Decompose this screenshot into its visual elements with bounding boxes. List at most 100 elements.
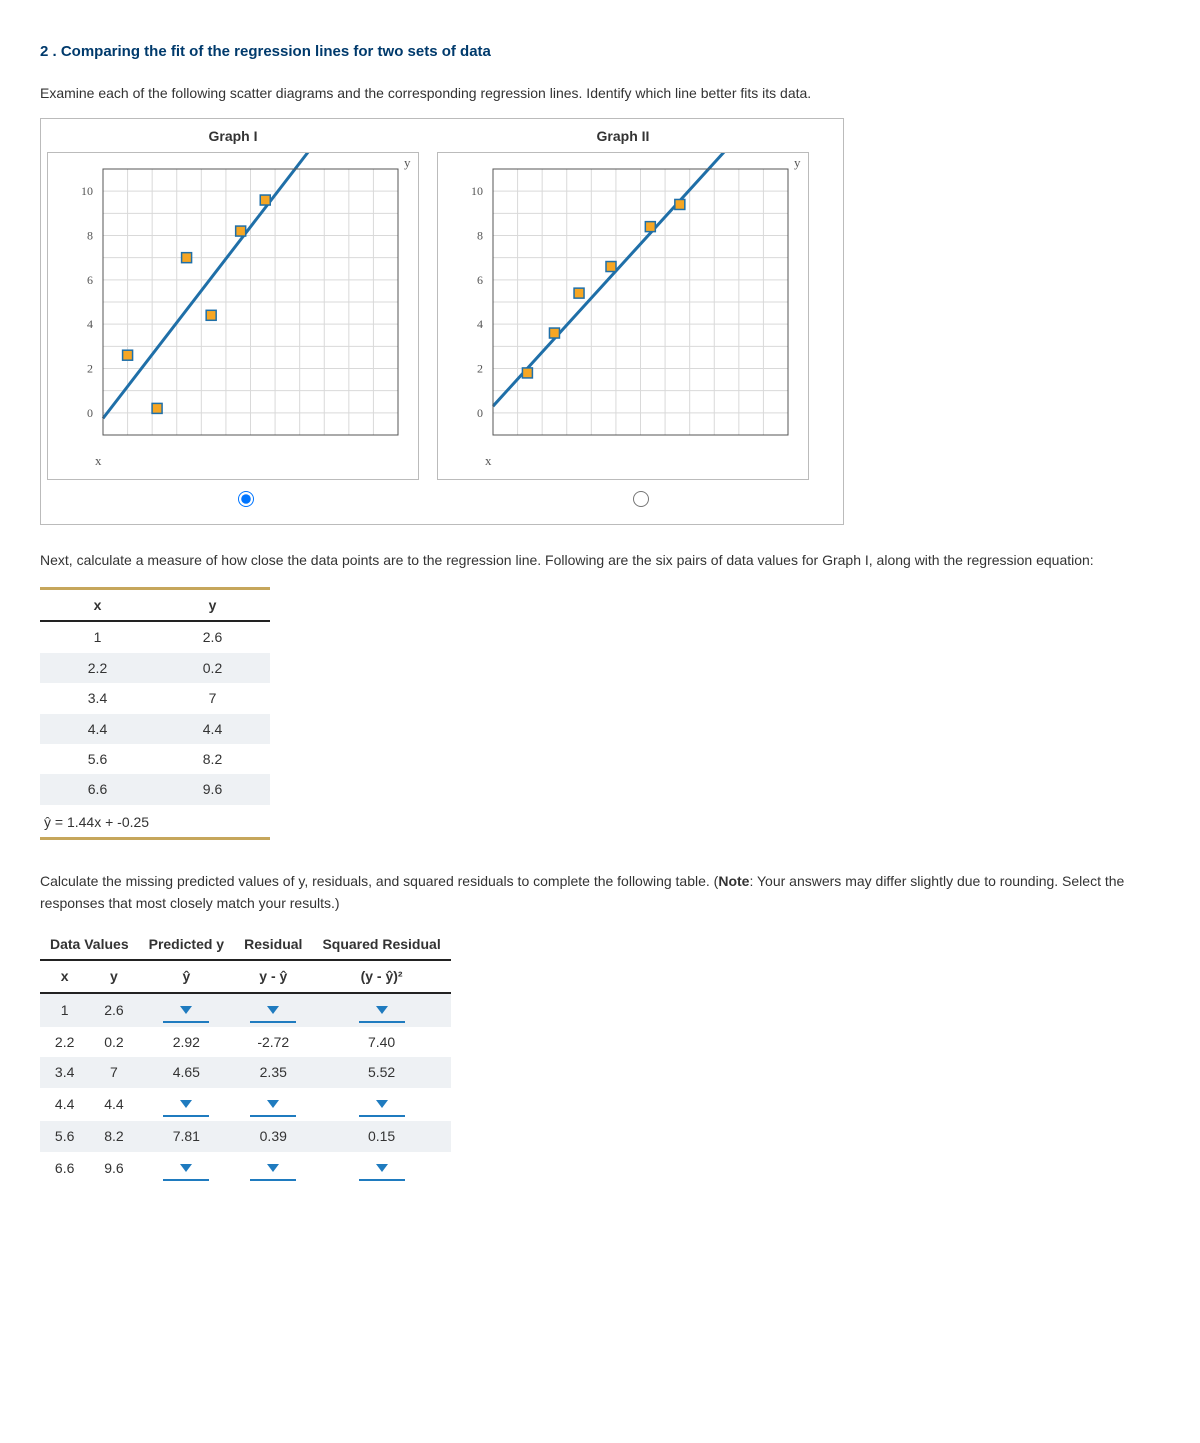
table-row-y: 9.6	[155, 774, 270, 804]
chevron-down-icon	[180, 1006, 192, 1014]
cell-x: 1	[40, 993, 89, 1027]
table-row-y: 7	[155, 683, 270, 713]
chevron-down-icon	[376, 1164, 388, 1172]
table-row-x: 6.6	[40, 774, 155, 804]
svg-text:10: 10	[471, 184, 483, 198]
table-row-y: 4.4	[155, 714, 270, 744]
dropdown-select[interactable]	[163, 998, 209, 1023]
dropdown-select[interactable]	[163, 1092, 209, 1117]
svg-text:x: x	[95, 453, 102, 468]
col-y: y	[155, 590, 270, 621]
dropdown-select[interactable]	[163, 1156, 209, 1181]
cell-yhat: 7.81	[139, 1121, 234, 1151]
question-title: 2 . Comparing the fit of the regression …	[40, 40, 1160, 64]
dropdown-select[interactable]	[250, 998, 296, 1023]
cell-yhat	[139, 993, 234, 1027]
table-row-x: 5.6	[40, 744, 155, 774]
svg-text:8: 8	[87, 228, 93, 242]
chevron-down-icon	[267, 1006, 279, 1014]
svg-text:y: y	[794, 155, 801, 170]
cell-yhat: 4.65	[139, 1057, 234, 1087]
table-row-x: 4.4	[40, 714, 155, 744]
graph1-title: Graph I	[208, 125, 257, 147]
svg-text:2: 2	[477, 361, 483, 375]
cell-sq	[312, 993, 450, 1027]
chevron-down-icon	[376, 1006, 388, 1014]
svg-text:10: 10	[81, 184, 93, 198]
cell-sq	[312, 1088, 450, 1121]
cell-y: 0.2	[89, 1027, 138, 1057]
cell-diff	[234, 1088, 312, 1121]
cell-y: 9.6	[89, 1152, 138, 1185]
table-row-y: 0.2	[155, 653, 270, 683]
dropdown-select[interactable]	[359, 1156, 405, 1181]
svg-text:0: 0	[477, 406, 483, 420]
cell-yhat	[139, 1088, 234, 1121]
prompt-3: Calculate the missing predicted values o…	[40, 870, 1160, 915]
sub-sq: (y - ŷ)²	[312, 960, 450, 992]
regression-equation: ŷ = 1.44x + -0.25	[40, 805, 270, 837]
grp-squared: Squared Residual	[312, 929, 450, 960]
radio-graph2[interactable]	[628, 488, 652, 513]
cell-x: 5.6	[40, 1121, 89, 1151]
cell-sq: 5.52	[312, 1057, 450, 1087]
prompt-2: Next, calculate a measure of how close t…	[40, 549, 1160, 571]
cell-sq: 7.40	[312, 1027, 450, 1057]
sub-diff: y - ŷ	[234, 960, 312, 992]
cell-x: 3.4	[40, 1057, 89, 1087]
radio-graph1[interactable]	[233, 488, 257, 513]
cell-y: 8.2	[89, 1121, 138, 1151]
svg-text:y: y	[404, 155, 411, 170]
svg-text:6: 6	[87, 273, 93, 287]
graph-choice-card: Graph I 0 2 4 6 8 10 y x Graph II 0 2 4 6 8 10 y x	[40, 118, 844, 524]
cell-diff: 2.35	[234, 1057, 312, 1087]
cell-diff: 0.39	[234, 1121, 312, 1151]
sub-yhat: ŷ	[139, 960, 234, 992]
svg-text:2: 2	[87, 361, 93, 375]
chevron-down-icon	[376, 1100, 388, 1108]
svg-text:x: x	[485, 453, 492, 468]
graph2-chart: 0246810yx	[437, 152, 809, 480]
residual-table: Data Values Predicted y Residual Squared…	[40, 929, 580, 1185]
chevron-down-icon	[267, 1164, 279, 1172]
svg-text:4: 4	[87, 317, 93, 331]
cell-sq	[312, 1152, 450, 1185]
cell-x: 2.2	[40, 1027, 89, 1057]
prompt-1: Examine each of the following scatter di…	[40, 82, 1160, 104]
cell-x: 4.4	[40, 1088, 89, 1121]
cell-yhat: 2.92	[139, 1027, 234, 1057]
chevron-down-icon	[267, 1100, 279, 1108]
cell-sq: 0.15	[312, 1121, 450, 1151]
dropdown-select[interactable]	[250, 1092, 296, 1117]
cell-yhat	[139, 1152, 234, 1185]
chevron-down-icon	[180, 1164, 192, 1172]
data-value-table: x y 12.62.20.23.474.44.45.68.26.69.6 ŷ …	[40, 587, 270, 840]
cell-diff	[234, 993, 312, 1027]
cell-diff	[234, 1152, 312, 1185]
cell-diff: -2.72	[234, 1027, 312, 1057]
svg-text:4: 4	[477, 317, 483, 331]
grp-data-values: Data Values	[40, 929, 139, 960]
grp-predicted: Predicted y	[139, 929, 234, 960]
dropdown-select[interactable]	[359, 998, 405, 1023]
cell-x: 6.6	[40, 1152, 89, 1185]
cell-y: 7	[89, 1057, 138, 1087]
table-row-x: 3.4	[40, 683, 155, 713]
dropdown-select[interactable]	[359, 1092, 405, 1117]
col-x: x	[40, 590, 155, 621]
svg-text:0: 0	[87, 406, 93, 420]
table-row-y: 8.2	[155, 744, 270, 774]
graph2-title: Graph II	[597, 125, 650, 147]
dropdown-select[interactable]	[250, 1156, 296, 1181]
sub-x: x	[40, 960, 89, 992]
table-row-y: 2.6	[155, 621, 270, 652]
sub-y: y	[89, 960, 138, 992]
cell-y: 4.4	[89, 1088, 138, 1121]
grp-residual: Residual	[234, 929, 312, 960]
cell-y: 2.6	[89, 993, 138, 1027]
svg-text:8: 8	[477, 228, 483, 242]
table-row-x: 2.2	[40, 653, 155, 683]
table-row-x: 1	[40, 621, 155, 652]
graph1-chart: 0 2 4 6 8 10 y x	[47, 152, 419, 480]
chevron-down-icon	[180, 1100, 192, 1108]
